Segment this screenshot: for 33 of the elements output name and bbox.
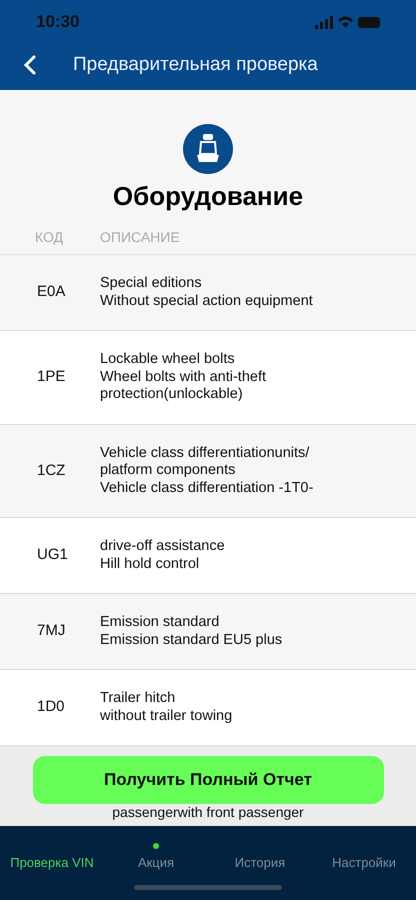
description-text: Special editions [100, 275, 203, 292]
wifi-icon [338, 16, 353, 28]
section-title: Оборудование [112, 180, 304, 213]
tab[interactable]: История [234, 852, 286, 872]
column-header: ОПИСАНИЕ [100, 228, 180, 247]
battery-icon [358, 16, 380, 28]
description-text: drive-off assistance [100, 538, 226, 556]
tab[interactable]: Акция [138, 852, 174, 872]
tab[interactable]: Проверка VIN [10, 852, 94, 872]
description-text: Wheel bolts with anti-theft protection(unlockable) [100, 368, 268, 404]
tab[interactable]: Настройки [332, 852, 396, 872]
code-cell-text: E0A [36, 282, 66, 302]
code-cell-text: 7MJ [36, 621, 66, 642]
description-text: passengerwith front passenger [112, 804, 304, 820]
column-header: КОД [34, 228, 64, 247]
description-text: Hill hold control [100, 556, 200, 573]
description-text: without trailer towing [100, 708, 234, 725]
description-text: Trailer hitch [100, 690, 176, 708]
screen-title: Предварительная проверка [73, 52, 318, 77]
code-cell-text: 1D0 [36, 697, 66, 718]
status-time: 10:30 [36, 11, 80, 34]
code-cell-text: 1PE [36, 367, 66, 387]
full-report-button[interactable]: Получить Полный Отчет [32, 756, 384, 804]
code-cell-text: UG1 [36, 545, 69, 566]
description-text: Vehicle class differentiationunits/ platform components [100, 444, 310, 480]
description-text: Emission standard EU5 plus [100, 632, 284, 649]
description-text: Vehicle class differentiation -1T0- [100, 480, 314, 497]
description-text: Emission standard [100, 614, 220, 632]
signal-icon [315, 16, 333, 28]
code-cell-text: 1CZ [36, 460, 66, 480]
description-text: Lockable wheel bolts [100, 351, 236, 368]
seat-icon [183, 124, 233, 174]
description-text: Without special action equipment [100, 292, 314, 310]
